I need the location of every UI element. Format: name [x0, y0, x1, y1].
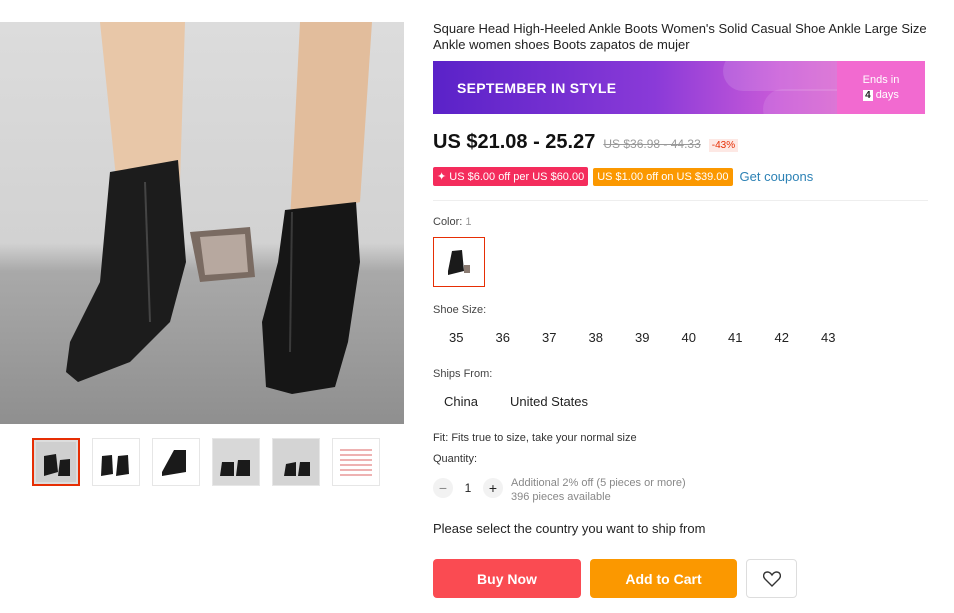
color-swatch-black[interactable] — [433, 237, 485, 287]
fit-note: Fit: Fits true to size, take your normal… — [433, 432, 637, 444]
size-chart-icon — [340, 449, 372, 476]
quantity-info: Additional 2% off (5 pieces or more) 396… — [511, 476, 686, 504]
size-option[interactable]: 39 — [619, 327, 666, 349]
quantity-decrease-button[interactable]: − — [433, 478, 453, 498]
current-price: US $21.08 - 25.27 — [433, 131, 596, 153]
thumbnail-4[interactable] — [212, 438, 260, 486]
shoe-size-label: Shoe Size: — [433, 304, 487, 316]
price-row: US $21.08 - 25.27 US $36.98 - 44.33 -43% — [433, 131, 739, 154]
size-option[interactable]: 38 — [573, 327, 620, 349]
coupon-row: ✦ US $6.00 off per US $60.00 US $1.00 of… — [433, 167, 813, 186]
select-coupon-badge[interactable]: US $1.00 off on US $39.00 — [593, 167, 733, 186]
boot-thumbnail-icon — [284, 462, 310, 476]
wishlist-button[interactable] — [746, 559, 797, 598]
size-option[interactable]: 37 — [526, 327, 573, 349]
size-option[interactable]: 42 — [759, 327, 806, 349]
add-to-cart-button[interactable]: Add to Cart — [590, 559, 737, 598]
size-option[interactable]: 40 — [666, 327, 713, 349]
ankle-boots-photo — [66, 22, 372, 394]
quantity-label: Quantity: — [433, 453, 478, 465]
main-product-image[interactable] — [0, 22, 404, 424]
thumbnail-6-size-chart[interactable] — [332, 438, 380, 486]
buy-now-button[interactable]: Buy Now — [433, 559, 581, 598]
store-coupon-badge[interactable]: ✦ US $6.00 off per US $60.00 — [433, 167, 589, 186]
color-count: 1 — [465, 216, 472, 228]
promo-banner-text: SEPTEMBER IN STYLE — [457, 80, 617, 96]
ships-from-united-states[interactable]: United States — [499, 391, 599, 413]
color-label: Color: 1 — [433, 216, 472, 228]
ships-from-label: Ships From: — [433, 368, 493, 380]
boot-thumbnail-icon — [36, 442, 76, 482]
ends-in-label: Ends in — [862, 74, 900, 86]
boot-thumbnail-icon — [101, 455, 129, 476]
ships-from-options: China United States — [433, 391, 599, 413]
ships-from-china[interactable]: China — [433, 391, 489, 413]
heart-icon — [762, 570, 781, 587]
ship-country-note: Please select the country you want to sh… — [433, 521, 706, 536]
thumbnail-strip — [32, 438, 380, 486]
size-option[interactable]: 41 — [712, 327, 759, 349]
thumbnail-1[interactable] — [32, 438, 80, 486]
original-price: US $36.98 - 44.33 — [603, 137, 701, 151]
days-count: 4 — [863, 90, 873, 101]
size-option[interactable]: 35 — [433, 327, 480, 349]
boot-swatch-icon — [448, 250, 470, 275]
quantity-stepper: − 1 + — [433, 478, 503, 498]
shoe-size-options: 35 36 37 38 39 40 41 42 43 — [433, 327, 852, 349]
size-option[interactable]: 43 — [805, 327, 852, 349]
pieces-available: 396 pieces available — [511, 491, 611, 503]
promo-countdown: Ends in 4 days — [837, 61, 925, 114]
discount-badge: -43% — [708, 139, 739, 152]
size-option[interactable]: 36 — [480, 327, 527, 349]
divider — [433, 200, 928, 201]
boot-thumbnail-icon — [220, 460, 250, 476]
days-label: days — [875, 89, 899, 101]
boot-thumbnail-icon — [162, 450, 186, 476]
thumbnail-2[interactable] — [92, 438, 140, 486]
bulk-discount-note: Additional 2% off (5 pieces or more) — [511, 477, 686, 489]
quantity-value[interactable]: 1 — [453, 481, 483, 495]
quantity-increase-button[interactable]: + — [483, 478, 503, 498]
promo-banner[interactable]: SEPTEMBER IN STYLE Ends in 4 days — [433, 61, 925, 114]
product-title: Square Head High-Heeled Ankle Boots Wome… — [433, 21, 927, 52]
thumbnail-5[interactable] — [272, 438, 320, 486]
get-coupons-link[interactable]: Get coupons — [740, 169, 814, 184]
thumbnail-3[interactable] — [152, 438, 200, 486]
